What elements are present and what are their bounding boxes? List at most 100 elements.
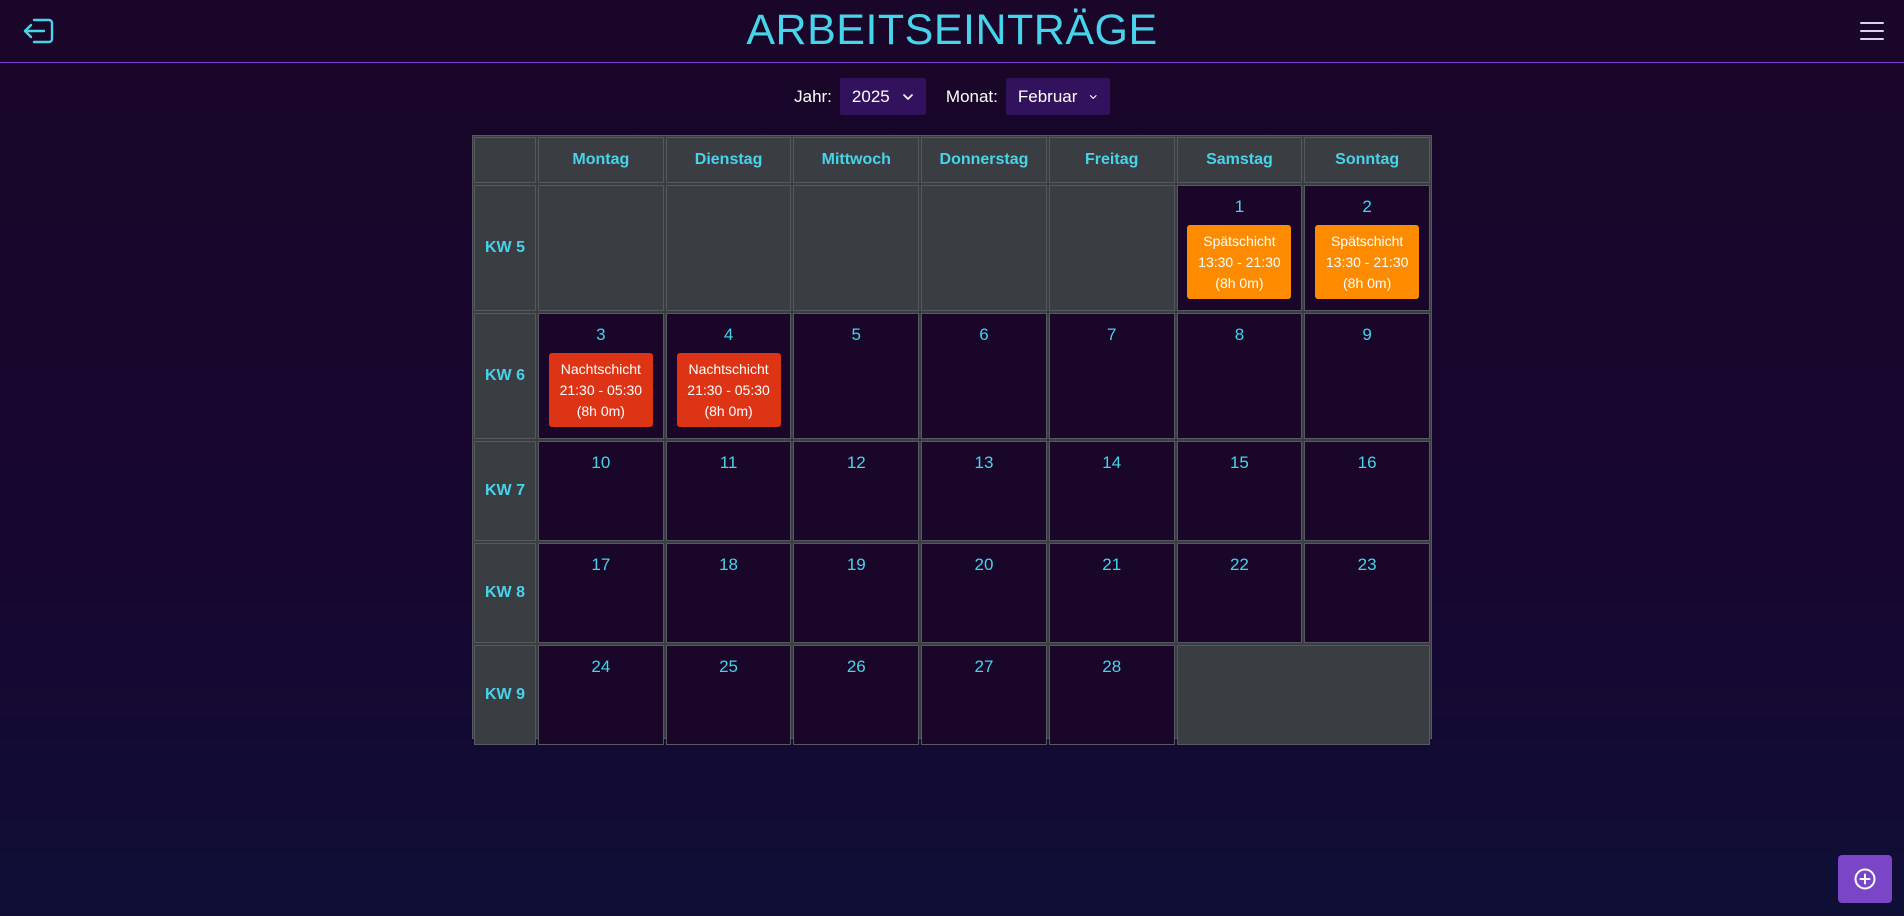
- shift-name: Nachtschicht: [560, 360, 641, 377]
- weekday-header: Donnerstag: [921, 137, 1047, 183]
- day-number: 5: [851, 325, 862, 344]
- calendar-corner: [474, 137, 536, 183]
- day-number: 16: [1357, 453, 1377, 472]
- filter-bar: Jahr: 2025 Monat: Februar: [0, 78, 1904, 115]
- calendar-day-cell[interactable]: 23: [1304, 543, 1430, 643]
- day-number: 8: [1234, 325, 1245, 344]
- month-value: Februar: [1017, 86, 1078, 106]
- day-number: 20: [974, 555, 994, 574]
- day-number: 10: [591, 453, 611, 472]
- calendar-day-cell[interactable]: 13: [921, 441, 1047, 541]
- day-number: 24: [591, 657, 611, 676]
- day-number: 23: [1357, 555, 1377, 574]
- calendar-empty-cell: [921, 185, 1047, 311]
- shift-duration: (8h 0m): [704, 402, 753, 419]
- menu-button[interactable]: [1858, 17, 1886, 45]
- calendar-day-cell[interactable]: 8: [1176, 313, 1303, 439]
- day-number: 13: [974, 453, 994, 472]
- shift-name: Spätschicht: [1330, 232, 1404, 249]
- shift-time: 13:30 - 21:30: [1325, 253, 1409, 270]
- add-entry-button[interactable]: [1838, 855, 1892, 903]
- calendar-day-cell[interactable]: 7: [1048, 313, 1175, 439]
- calendar-day-cell[interactable]: 20: [921, 543, 1047, 643]
- year-select[interactable]: 2025: [839, 78, 926, 115]
- calendar-day-cell[interactable]: 10: [538, 441, 664, 541]
- week-number-label: KW 8: [474, 543, 536, 643]
- calendar-day-cell[interactable]: 22: [1176, 543, 1303, 643]
- hamburger-menu-icon: [1860, 22, 1884, 40]
- calendar-day-cell[interactable]: 18: [665, 543, 792, 643]
- shift-time: 21:30 - 05:30: [687, 381, 770, 398]
- calendar-day-cell[interactable]: 1 Spätschicht 13:30 - 21:30 (8h 0m): [1176, 185, 1303, 311]
- shift-time: 21:30 - 05:30: [559, 381, 643, 398]
- calendar-day-cell[interactable]: 28: [1048, 645, 1175, 745]
- weekday-header: Mittwoch: [793, 137, 920, 183]
- shift-entry[interactable]: Spätschicht 13:30 - 21:30 (8h 0m): [1315, 225, 1420, 299]
- weekday-header: Freitag: [1048, 137, 1175, 183]
- weekday-header: Montag: [538, 137, 664, 183]
- calendar-day-cell[interactable]: 19: [793, 543, 920, 643]
- calendar-day-cell[interactable]: 25: [665, 645, 792, 745]
- month-label: Monat:: [945, 86, 998, 106]
- top-bar: ARBEITSEINTRÄGE: [0, 0, 1904, 63]
- week-number-label: KW 6: [474, 313, 536, 439]
- calendar-day-cell[interactable]: 2 Spätschicht 13:30 - 21:30 (8h 0m): [1304, 185, 1430, 311]
- month-select[interactable]: Februar: [1005, 78, 1110, 115]
- calendar-day-cell[interactable]: 4 Nachtschicht 21:30 - 05:30 (8h 0m): [665, 313, 792, 439]
- calendar-grid: Montag Dienstag Mittwoch Donnerstag Freitag S…: [472, 135, 1432, 745]
- day-number: 14: [1102, 453, 1122, 472]
- calendar-day-cell[interactable]: 5: [793, 313, 920, 439]
- weekday-header: Samstag: [1176, 137, 1303, 183]
- shift-name: Nachtschicht: [688, 360, 769, 377]
- day-number: 9: [1362, 325, 1372, 344]
- week-number-label: KW 5: [474, 185, 536, 311]
- day-number: 19: [846, 555, 866, 574]
- shift-time: 13:30 - 21:30: [1198, 253, 1281, 270]
- calendar-day-cell[interactable]: 21: [1048, 543, 1175, 643]
- calendar-day-cell[interactable]: 15: [1176, 441, 1303, 541]
- day-number: 28: [1102, 657, 1122, 676]
- day-number: 2: [1362, 197, 1372, 216]
- calendar-day-cell[interactable]: 16: [1304, 441, 1430, 541]
- calendar-day-cell[interactable]: 17: [538, 543, 664, 643]
- weekday-header: Sonntag: [1304, 137, 1430, 183]
- shift-entry[interactable]: Spätschicht 13:30 - 21:30 (8h 0m): [1187, 225, 1292, 299]
- calendar-day-cell[interactable]: 27: [921, 645, 1047, 745]
- shift-duration: (8h 0m): [1343, 274, 1392, 291]
- day-number: 12: [846, 453, 866, 472]
- day-number: 11: [719, 453, 738, 472]
- plus-circle-icon: [1854, 868, 1876, 890]
- weekday-header: Dienstag: [665, 137, 792, 183]
- week-number-label: KW 7: [474, 441, 536, 541]
- shift-duration: (8h 0m): [1215, 274, 1264, 291]
- calendar-day-cell[interactable]: 11: [665, 441, 792, 541]
- day-number: 1: [1234, 197, 1245, 216]
- chevron-down-icon: [1090, 94, 1098, 99]
- day-number: 7: [1106, 325, 1117, 344]
- day-number: 17: [591, 555, 611, 574]
- day-number: 27: [974, 657, 994, 676]
- day-number: 4: [723, 325, 734, 344]
- calendar-day-cell[interactable]: 9: [1304, 313, 1430, 439]
- day-number: 18: [719, 555, 739, 574]
- day-number: 6: [979, 325, 989, 344]
- year-value: 2025: [851, 86, 890, 106]
- year-label: Jahr:: [794, 86, 832, 106]
- day-number: 22: [1229, 555, 1249, 574]
- calendar-empty-cell: [538, 185, 664, 311]
- shift-entry[interactable]: Nachtschicht 21:30 - 05:30 (8h 0m): [676, 353, 781, 427]
- shift-name: Spätschicht: [1203, 232, 1276, 249]
- calendar-day-cell[interactable]: 3 Nachtschicht 21:30 - 05:30 (8h 0m): [538, 313, 664, 439]
- day-number: 21: [1102, 555, 1122, 574]
- calendar-day-cell[interactable]: 12: [793, 441, 920, 541]
- day-number: 3: [596, 325, 606, 344]
- calendar-day-cell[interactable]: 6: [921, 313, 1047, 439]
- calendar-day-cell[interactable]: 24: [538, 645, 664, 745]
- shift-duration: (8h 0m): [576, 402, 625, 419]
- calendar-day-cell[interactable]: 26: [793, 645, 920, 745]
- day-number: 25: [719, 657, 739, 676]
- shift-entry[interactable]: Nachtschicht 21:30 - 05:30 (8h 0m): [548, 353, 653, 427]
- calendar-day-cell[interactable]: 14: [1048, 441, 1175, 541]
- chevron-down-icon: [903, 93, 913, 100]
- calendar-empty-cell: [1176, 645, 1430, 745]
